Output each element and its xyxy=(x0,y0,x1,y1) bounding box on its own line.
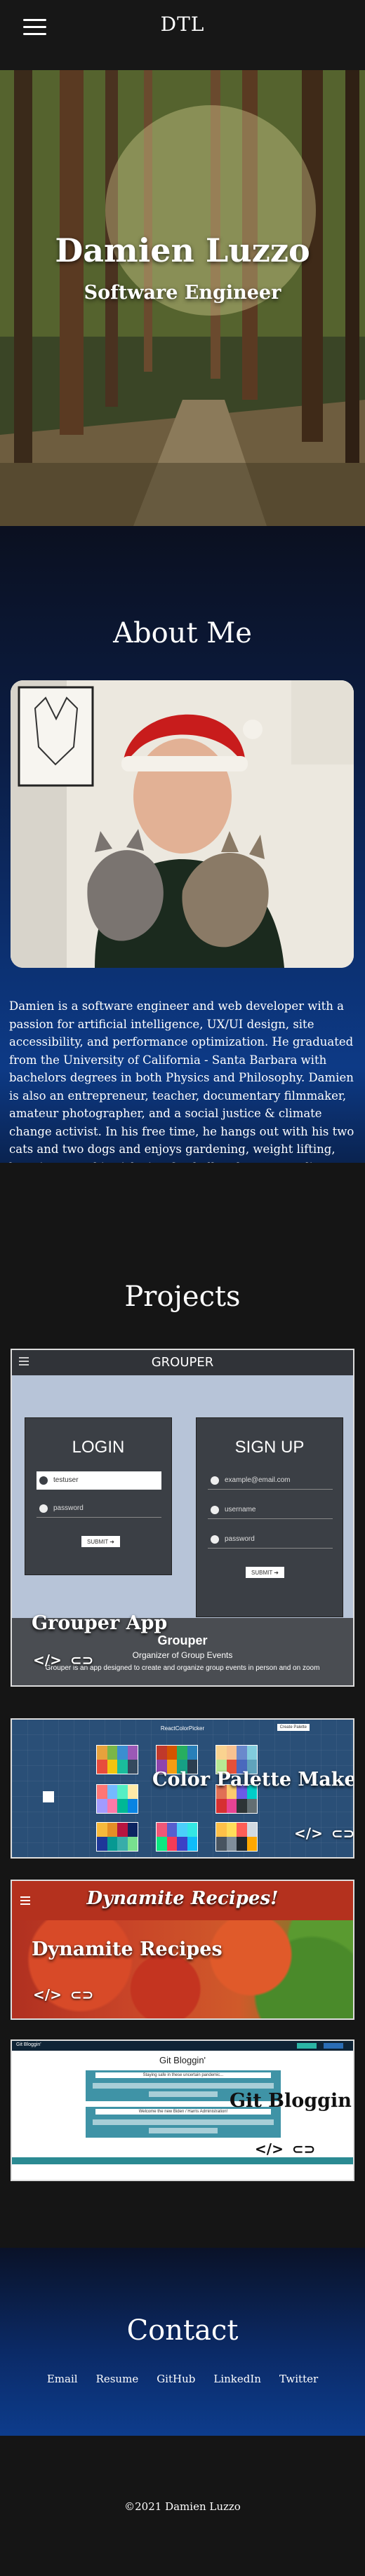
git-bloggin-footer xyxy=(12,2157,353,2164)
grouper-signup-panel: SIGN UP example@email.com username passw… xyxy=(196,1417,343,1617)
palette-swatch xyxy=(96,1745,138,1774)
about-title: About Me xyxy=(113,617,252,649)
link-icon[interactable]: ⊂⊃ xyxy=(292,2140,316,2157)
grouper-login-user-field: testuser xyxy=(36,1471,161,1490)
grouper-login-pass-field: password xyxy=(36,1499,161,1518)
code-icon[interactable]: </> xyxy=(255,2140,284,2157)
color-palette-tile xyxy=(43,1791,54,1802)
page-footer: ©2021 Damien Luzzo xyxy=(0,2436,365,2576)
contact-title: Contact xyxy=(126,2314,239,2347)
contact-link-linkedin[interactable]: LinkedIn xyxy=(213,2373,261,2385)
git-bloggin-post-title: Staying safe in these uncertain pandemic… xyxy=(95,2072,271,2078)
git-bloggin-nav: Git Bloggin' xyxy=(12,2041,353,2051)
grouper-signup-email-field: example@email.com xyxy=(208,1471,333,1490)
grouper-signup-pass-field: password xyxy=(208,1530,333,1549)
color-palette-create-button: Create Palette xyxy=(277,1724,310,1731)
grouper-login-panel: LOGIN testuser password SUBMIT ➜ xyxy=(25,1417,172,1575)
projects-section: Projects GROUPER LOGIN testuser password… xyxy=(0,1163,365,2248)
link-icon[interactable]: ⊂⊃ xyxy=(70,1986,94,2003)
git-bloggin-brand: Git Bloggin' xyxy=(16,2042,41,2047)
link-icon[interactable]: ⊂⊃ xyxy=(331,1825,353,1842)
hero-role: Software Engineer xyxy=(84,282,281,304)
grouper-signup-submit-label: SUBMIT xyxy=(251,1570,273,1576)
code-icon[interactable]: </> xyxy=(294,1825,323,1842)
grouper-footer-title: Grouper xyxy=(157,1633,208,1647)
palette-swatch xyxy=(96,1822,138,1852)
grouper-signup-user-field: username xyxy=(208,1501,333,1519)
grouper-signup-user-value: username xyxy=(225,1506,256,1513)
git-bloggin-nav-button xyxy=(324,2043,343,2049)
contact-link-twitter[interactable]: Twitter xyxy=(279,2373,318,2385)
contact-links: Email Resume GitHub LinkedIn Twitter xyxy=(0,2373,365,2385)
grouper-login-pass-value: password xyxy=(53,1504,84,1512)
code-icon[interactable]: </> xyxy=(33,1986,62,2003)
contact-link-github[interactable]: GitHub xyxy=(157,2373,195,2385)
dynamite-peppers-image xyxy=(12,1920,353,2018)
profile-photo xyxy=(11,680,354,968)
palette-swatch xyxy=(215,1822,258,1852)
grouper-signup-submit: SUBMIT ➜ xyxy=(246,1567,285,1578)
grouper-login-title: LOGIN xyxy=(72,1438,125,1457)
palette-swatch xyxy=(156,1822,198,1852)
git-bloggin-nav-button xyxy=(297,2043,317,2049)
top-nav-bar: DTL xyxy=(0,0,365,70)
contact-link-email[interactable]: Email xyxy=(47,2373,78,2385)
git-bloggin-title: Git Bloggin' xyxy=(159,2055,206,2065)
project-links-color-palette: </> ⊂⊃ xyxy=(294,1825,353,1842)
project-card-dynamite-recipes[interactable]: Dynamite Recipes! Dynamite Recipes </> ⊂… xyxy=(11,1880,354,2020)
grouper-logo: GROUPER xyxy=(151,1355,214,1370)
dynamite-menu-icon xyxy=(20,1896,30,1905)
grouper-signup-email-value: example@email.com xyxy=(225,1476,291,1484)
grouper-login-submit: SUBMIT ➜ xyxy=(81,1536,121,1547)
grouper-login-user-value: testuser xyxy=(53,1476,79,1484)
project-label-dynamite-recipes: Dynamite Recipes xyxy=(32,1938,223,1960)
project-label-grouper: Grouper App xyxy=(32,1612,168,1634)
project-links-grouper: </> ⊂⊃ xyxy=(33,1652,93,1668)
grouper-signup-pass-value: password xyxy=(225,1535,255,1543)
palette-swatch xyxy=(96,1784,138,1814)
site-brand[interactable]: DTL xyxy=(0,13,365,36)
dynamite-header: Dynamite Recipes! xyxy=(12,1881,353,1920)
project-card-git-bloggin[interactable]: Git Bloggin' Git Bloggin' Staying safe i… xyxy=(11,2039,354,2181)
dynamite-header-title: Dynamite Recipes! xyxy=(86,1888,279,1909)
projects-title: Projects xyxy=(124,1281,241,1313)
grouper-screenshot: LOGIN testuser password SUBMIT ➜ SIGN UP… xyxy=(12,1375,353,1685)
project-links-git-bloggin: </> ⊂⊃ xyxy=(255,2140,315,2157)
project-card-color-palette[interactable]: ReactColorPicker Create Palette Color Pa… xyxy=(11,1718,354,1859)
project-links-dynamite-recipes: </> ⊂⊃ xyxy=(33,1986,93,2003)
hero-section: Damien Luzzo Software Engineer xyxy=(0,70,365,526)
hero-name: Damien Luzzo xyxy=(55,231,310,269)
link-icon[interactable]: ⊂⊃ xyxy=(70,1652,94,1668)
about-section: About Me Damien is a software engineer a… xyxy=(0,526,365,1192)
project-label-color-palette: Color Palette Maker xyxy=(152,1769,354,1791)
code-icon[interactable]: </> xyxy=(33,1652,62,1668)
copyright-text: ©2021 Damien Luzzo xyxy=(124,2500,241,2513)
project-card-grouper[interactable]: GROUPER LOGIN testuser password SUBMIT ➜… xyxy=(11,1349,354,1687)
project-label-git-bloggin: Git Bloggin xyxy=(230,2090,352,2112)
grouper-signup-title: SIGN UP xyxy=(234,1438,305,1457)
contact-link-resume[interactable]: Resume xyxy=(96,2373,139,2385)
contact-section: Contact Email Resume GitHub LinkedIn Twi… xyxy=(0,2248,365,2436)
grouper-login-submit-label: SUBMIT xyxy=(87,1539,109,1545)
grouper-nav-bar: GROUPER xyxy=(12,1350,353,1375)
